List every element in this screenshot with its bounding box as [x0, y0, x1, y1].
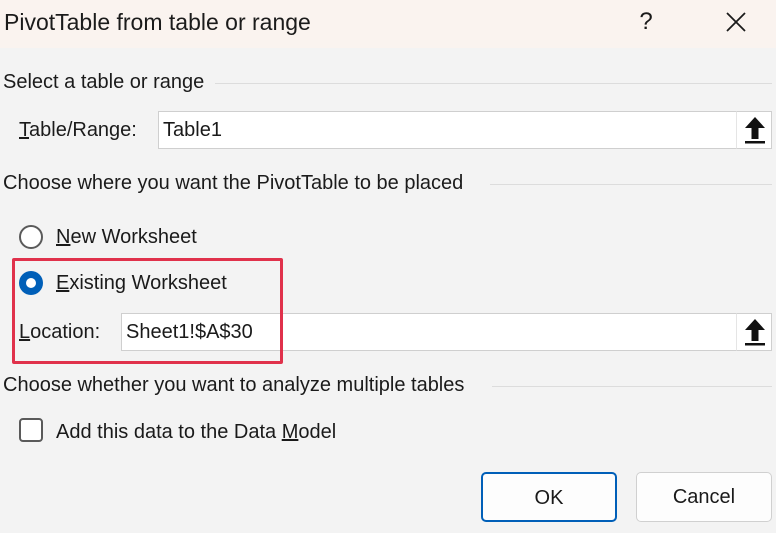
new-worksheet-radio[interactable] — [19, 225, 43, 249]
close-icon — [726, 12, 746, 32]
section-divider — [490, 184, 772, 185]
new-worksheet-label: New Worksheet — [56, 226, 197, 249]
section-label-placement: Choose where you want the PivotTable to … — [3, 172, 474, 195]
location-collapse-button[interactable] — [736, 313, 772, 351]
new-worksheet-label-rest: ew Worksheet — [70, 226, 197, 248]
data-model-checkbox[interactable] — [19, 418, 43, 442]
section-divider — [215, 83, 772, 84]
ok-button[interactable]: OK — [481, 472, 617, 522]
close-button[interactable] — [716, 4, 756, 40]
data-model-checkbox-label[interactable]: Add this data to the Data Model — [56, 421, 336, 444]
highlight-annotation-box — [12, 258, 283, 364]
table-range-label-key: T — [19, 119, 29, 141]
help-icon: ? — [639, 8, 653, 35]
data-model-label-key: M — [281, 421, 299, 443]
table-range-collapse-button[interactable] — [736, 111, 772, 149]
table-range-label-rest: able/Range: — [29, 119, 137, 141]
new-worksheet-label-key: N — [56, 226, 71, 248]
dialog-titlebar: PivotTable from table or range ? — [0, 0, 776, 48]
data-model-label-pre: Add this data to the Data — [56, 421, 282, 443]
section-label-source: Select a table or range — [3, 71, 215, 94]
dialog-title: PivotTable from table or range — [4, 9, 311, 35]
section-divider — [492, 386, 772, 387]
new-worksheet-radio-row[interactable]: New Worksheet — [19, 225, 239, 251]
cancel-button[interactable]: Cancel — [636, 472, 772, 522]
table-range-input[interactable] — [158, 111, 738, 149]
help-button[interactable]: ? — [630, 4, 662, 40]
arrow-up-icon — [745, 319, 765, 346]
table-range-label: Table/Range: — [19, 119, 137, 142]
section-label-multiple: Choose whether you want to analyze multi… — [3, 374, 475, 397]
data-model-label-post: odel — [298, 421, 337, 443]
arrow-up-icon — [745, 117, 765, 144]
